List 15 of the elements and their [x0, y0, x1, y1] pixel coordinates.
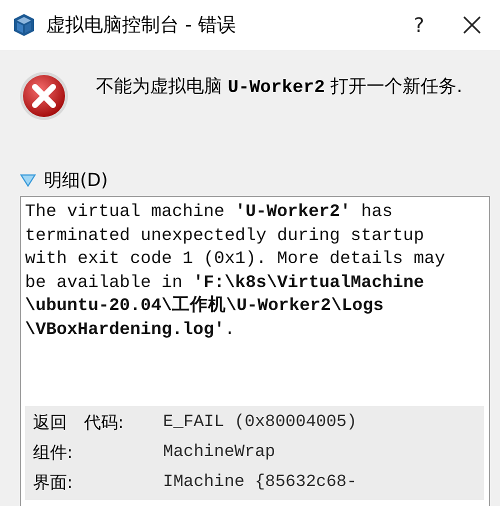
error-icon	[18, 70, 70, 122]
cube-logo-icon	[12, 13, 36, 37]
help-button[interactable]: ?	[394, 0, 444, 50]
error-message: 不能为虚拟电脑 U-Worker2 打开一个新任务.	[96, 75, 462, 100]
info-label: 界面:	[33, 472, 74, 495]
info-label: 返回 代码:	[33, 412, 125, 435]
info-value: IMachine {85632c68-	[163, 472, 358, 494]
info-value: MachineWrap	[163, 442, 276, 464]
info-label: 组件:	[33, 442, 74, 465]
details-toggle[interactable]: 明细(D)	[20, 168, 108, 192]
window-title: 虚拟电脑控制台 - 错误	[46, 13, 237, 38]
expanded-triangle-icon	[20, 173, 36, 187]
details-text: The virtual machine 'U-Worker2' has terminated unexpectedly during startup with exit code 1 (0x1). More details may be available in 'F:\k8s\VirtualMachine\ubuntu-20.04\工作机\U-Worker2\Logs\VBoxHardening.log'.	[25, 201, 446, 342]
close-icon	[462, 15, 482, 35]
info-value: E_FAIL (0x80004005)	[163, 412, 358, 434]
